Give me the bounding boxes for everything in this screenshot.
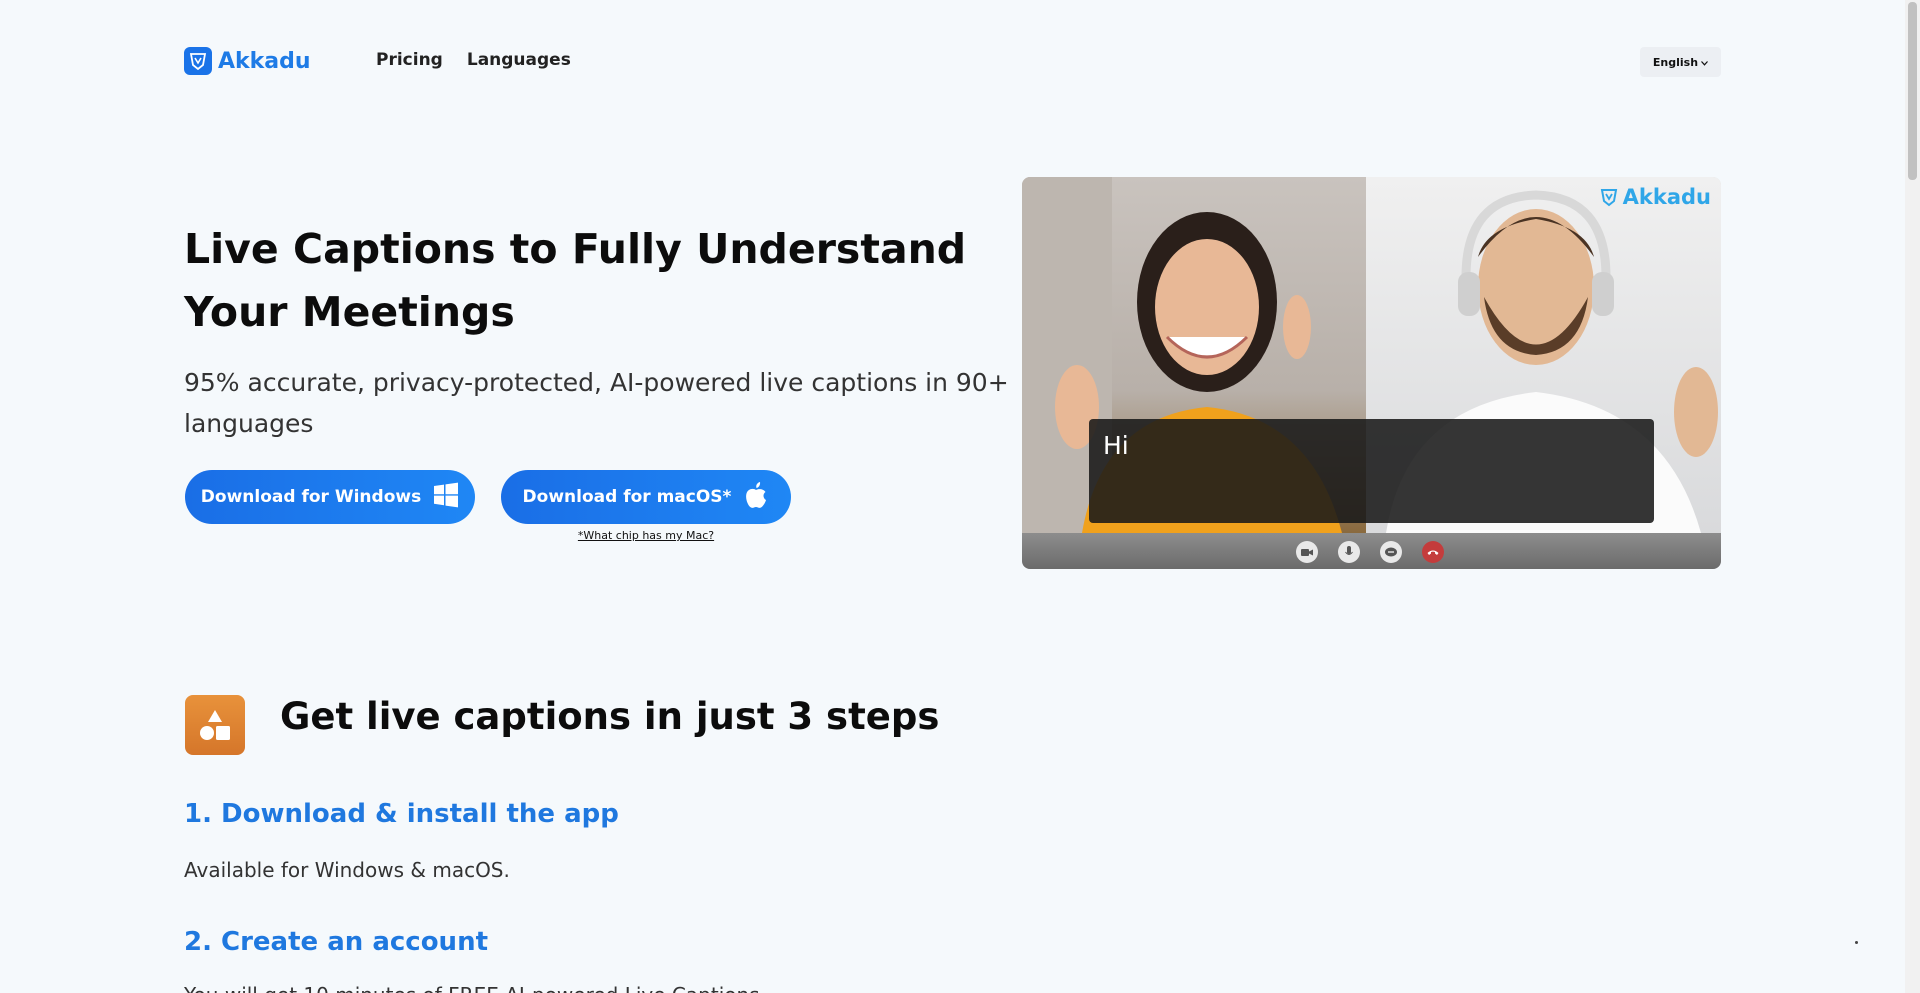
call-controls-bar — [1022, 533, 1721, 569]
step-2-text: You will get 10 minutes of FREE AI-power… — [184, 983, 760, 993]
nav-languages[interactable]: Languages — [467, 50, 571, 70]
nav-pricing[interactable]: Pricing — [376, 50, 443, 70]
download-windows-label: Download for Windows — [200, 487, 422, 507]
akkadu-watermark-icon — [1600, 189, 1617, 207]
scrollbar-thumb[interactable] — [1908, 2, 1917, 180]
image-watermark-logo: Akkadu — [1599, 185, 1711, 209]
floating-dot — [1855, 941, 1858, 944]
caption-text: Hi — [1103, 431, 1129, 460]
shapes-icon — [185, 695, 245, 755]
akkadu-logo-icon — [184, 47, 212, 75]
mac-chip-link[interactable]: *What chip has my Mac? — [501, 529, 791, 542]
windows-icon — [433, 482, 459, 513]
language-label: English — [1652, 55, 1699, 69]
step-1-heading: 1. Download & install the app — [184, 799, 619, 829]
logo-text: Akkadu — [218, 48, 311, 74]
apple-icon — [743, 481, 769, 514]
hero-video-call-image: Akkadu Hi — [1022, 177, 1721, 569]
language-selector[interactable]: English — [1640, 47, 1721, 77]
download-windows-button[interactable]: Download for Windows — [185, 470, 475, 524]
image-logo-text: Akkadu — [1622, 185, 1711, 209]
end-call-icon — [1422, 541, 1444, 563]
microphone-icon — [1338, 541, 1360, 563]
step-1-text: Available for Windows & macOS. — [184, 858, 510, 882]
steps-section-title: Get live captions in just 3 steps — [280, 695, 940, 738]
download-mac-button[interactable]: Download for macOS* — [501, 470, 791, 524]
hero-subtitle: 95% accurate, privacy-protected, AI-powe… — [184, 368, 1009, 438]
hero-title: Live Captions to Fully Understand Your M… — [184, 225, 967, 336]
camera-icon — [1296, 541, 1318, 563]
chat-icon — [1380, 541, 1402, 563]
page-scrollbar[interactable] — [1905, 0, 1920, 993]
main-nav: Pricing Languages — [376, 50, 571, 70]
step-2-heading: 2. Create an account — [184, 927, 489, 957]
chevron-down-icon — [1701, 56, 1709, 69]
site-header: Akkadu Pricing Languages English — [0, 0, 1905, 124]
caption-overlay: Hi — [1089, 419, 1654, 523]
download-mac-label: Download for macOS* — [522, 487, 732, 507]
logo-link[interactable]: Akkadu — [184, 47, 311, 75]
